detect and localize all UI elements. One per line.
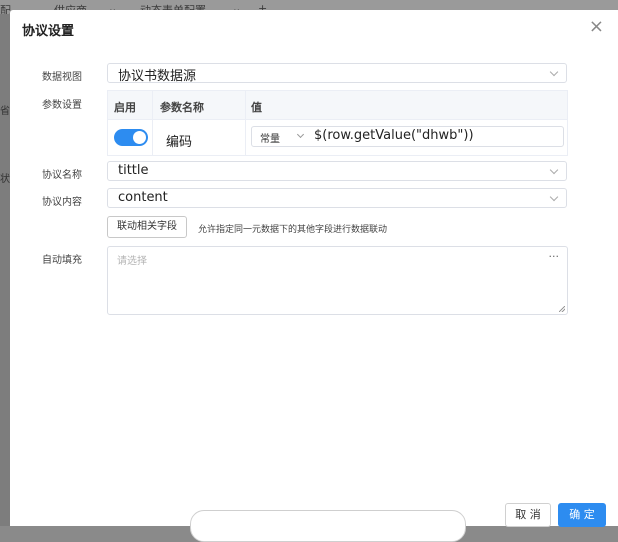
cancel-button[interactable]: 取 消 <box>505 503 551 527</box>
data-view-select[interactable]: 协议书数据源 <box>107 63 567 84</box>
protocol-name-value: tittle <box>118 163 149 178</box>
chevron-down-icon <box>549 67 559 77</box>
param-name: 编码 <box>166 135 193 150</box>
dialog-title: 协议设置 <box>22 24 75 39</box>
protocol-content-value: content <box>118 190 168 205</box>
enable-toggle[interactable] <box>114 129 148 146</box>
autofill-label: 自动填充 <box>42 255 82 266</box>
toggle-knob <box>133 131 146 144</box>
params-label: 参数设置 <box>42 100 82 111</box>
chevron-down-icon <box>549 192 559 202</box>
background-fragment: 省 <box>0 106 10 117</box>
protocol-name-label: 协议名称 <box>42 170 82 181</box>
protocol-content-select[interactable]: content <box>107 188 567 208</box>
param-expression[interactable]: $(row.getValue("dhwb")) <box>314 128 474 143</box>
protocol-settings-dialog: 协议设置 × 数据视图 协议书数据源 参数设置 启用 参数名称 值 编码 常量 … <box>10 10 618 527</box>
ok-button[interactable]: 确 定 <box>558 503 606 527</box>
param-type-select[interactable]: 常量 <box>260 130 280 145</box>
protocol-name-select[interactable]: tittle <box>107 161 567 181</box>
autofill-textarea[interactable]: 请选择 ··· <box>107 246 568 315</box>
param-value-input[interactable]: 常量 $(row.getValue("dhwb")) <box>251 126 564 147</box>
column-divider <box>152 91 153 155</box>
params-table: 启用 参数名称 值 编码 常量 $(row.getValue("dhwb")) <box>107 90 568 156</box>
background-left-column: 省 状 <box>0 14 10 526</box>
protocol-content-label: 协议内容 <box>42 197 82 208</box>
background-fragment: 状 <box>0 174 10 185</box>
data-view-value: 协议书数据源 <box>118 69 197 84</box>
column-header-param-name: 参数名称 <box>160 101 204 114</box>
link-fields-hint: 允许指定同一元数据下的其他字段进行数据联动 <box>198 225 388 235</box>
autofill-placeholder: 请选择 <box>117 256 147 267</box>
chevron-down-icon <box>549 165 559 175</box>
column-header-enabled: 启用 <box>114 101 136 114</box>
bottom-floating-bar <box>190 510 466 542</box>
params-table-header: 启用 参数名称 值 <box>108 91 567 120</box>
more-icon[interactable]: ··· <box>549 250 560 263</box>
column-divider <box>245 91 246 155</box>
chevron-down-icon <box>296 130 305 139</box>
close-icon[interactable]: × <box>589 18 604 36</box>
resize-handle-icon[interactable] <box>559 306 565 312</box>
data-view-label: 数据视图 <box>42 72 82 83</box>
column-header-value: 值 <box>251 101 262 114</box>
link-fields-button[interactable]: 联动相关字段 <box>107 216 187 238</box>
